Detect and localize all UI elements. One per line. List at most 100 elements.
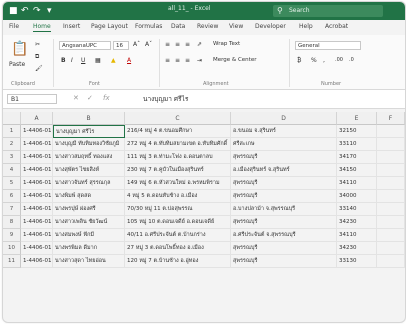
cell-f[interactable]: [377, 151, 405, 164]
row-header[interactable]: 11: [3, 255, 21, 268]
cell-a[interactable]: 1-4406-0111: [21, 151, 53, 164]
tab-help[interactable]: Help: [299, 23, 313, 30]
cell-e[interactable]: 34110: [337, 229, 377, 242]
cell-e[interactable]: 32150: [337, 125, 377, 138]
cell-f[interactable]: [377, 203, 405, 216]
italic-button[interactable]: I: [71, 57, 73, 64]
cell-b[interactable]: นางสาวสุดา ไทยอ่อน: [53, 255, 125, 268]
cell-d[interactable]: สุพรรณบุรี: [231, 190, 337, 203]
fill-color-icon[interactable]: ▲: [111, 57, 116, 64]
tab-acrobat[interactable]: Acrobat: [325, 23, 348, 30]
column-header-a[interactable]: A: [21, 112, 53, 125]
tab-review[interactable]: Review: [197, 23, 218, 30]
merge-center-button[interactable]: Merge & Center: [213, 57, 256, 63]
cell-e[interactable]: 34230: [337, 216, 377, 229]
row-header[interactable]: 2: [3, 138, 21, 151]
tab-data[interactable]: Data: [171, 23, 185, 30]
cell-f[interactable]: [377, 216, 405, 229]
cut-icon[interactable]: ✂: [35, 41, 40, 48]
cell-e[interactable]: 33140: [337, 203, 377, 216]
tab-insert[interactable]: Insert: [63, 23, 80, 30]
cell-d[interactable]: อ.ขนอม จ.สุรินทร์: [231, 125, 337, 138]
cell-d[interactable]: อ.เมืองสุรินทร์ จ.สุรินทร์: [231, 164, 337, 177]
cell-a[interactable]: 1-4406-0111: [21, 216, 53, 229]
cell-b[interactable]: นางพรพิมล ดีมาก: [53, 242, 125, 255]
paste-button[interactable]: Paste: [9, 61, 25, 68]
cell-a[interactable]: 1-4406-0111: [21, 177, 53, 190]
cell-e[interactable]: 34170: [337, 151, 377, 164]
cell-a[interactable]: 1-4406-0111: [21, 164, 53, 177]
bottom-align-icon[interactable]: ≡: [185, 41, 190, 48]
column-header-f[interactable]: F: [377, 112, 405, 125]
formula-input[interactable]: นางบุญมา ศรีไร: [143, 94, 188, 104]
cell-a[interactable]: 1-4406-0111: [21, 255, 53, 268]
number-format-select[interactable]: General: [295, 41, 361, 50]
top-align-icon[interactable]: ≡: [165, 41, 170, 48]
cell-f[interactable]: [377, 229, 405, 242]
row-header[interactable]: 10: [3, 242, 21, 255]
cell-d[interactable]: สุพรรณบุรี: [231, 242, 337, 255]
cell-c[interactable]: 111 หมู่ 3 ต.ท่ามะโฟง อ.ดอนตาลบ: [125, 151, 231, 164]
align-left-icon[interactable]: ≡: [165, 57, 170, 64]
customize-icon[interactable]: ▾: [47, 5, 52, 17]
search-box[interactable]: ⚲ Search: [273, 5, 383, 17]
cell-e[interactable]: 34230: [337, 242, 377, 255]
redo-icon[interactable]: ↷: [33, 5, 41, 17]
row-header[interactable]: 1: [3, 125, 21, 138]
cell-a[interactable]: 1-4406-0111: [21, 190, 53, 203]
column-header-b[interactable]: B: [53, 112, 125, 125]
cell-d[interactable]: สุพรรณบุรี: [231, 255, 337, 268]
row-header[interactable]: 4: [3, 164, 21, 177]
decrease-font-icon[interactable]: Aˇ: [145, 41, 152, 48]
cell-c[interactable]: 27 หมู่ 3 ต.ดอนโพธิ์ทอง อ.เมือง: [125, 242, 231, 255]
copy-icon[interactable]: ⧉: [35, 53, 39, 61]
middle-align-icon[interactable]: ≡: [175, 41, 180, 48]
accounting-icon[interactable]: ₿: [297, 57, 301, 64]
cell-b[interactable]: นางสุพัตร ไชยสิงห์: [53, 164, 125, 177]
enter-icon[interactable]: ✓: [87, 94, 93, 102]
wrap-text-button[interactable]: Wrap Text: [213, 41, 240, 47]
increase-decimal-icon[interactable]: .00: [335, 57, 343, 63]
cell-b[interactable]: นางบุญมี ทับทิมทองวิชัยภูมิ: [53, 138, 125, 151]
cell-f[interactable]: [377, 164, 405, 177]
cell-b[interactable]: นางสาวจันทร์ สุรรณกุล: [53, 177, 125, 190]
row-header[interactable]: 6: [3, 190, 21, 203]
align-right-icon[interactable]: ≡: [185, 57, 190, 64]
cell-e[interactable]: 34150: [337, 164, 377, 177]
format-painter-icon[interactable]: 🖌: [35, 65, 43, 72]
tab-view[interactable]: View: [229, 23, 243, 30]
cell-b[interactable]: นางพิมพ์ สุดสด: [53, 190, 125, 203]
tab-developer[interactable]: Developer: [255, 23, 286, 30]
cell-f[interactable]: [377, 190, 405, 203]
orientation-icon[interactable]: ⇗: [197, 41, 202, 48]
font-name-select[interactable]: AngsanaUPC: [59, 41, 111, 50]
select-all-corner[interactable]: [3, 112, 21, 125]
cell-c[interactable]: 40/11 อ.ศรีประจันต์ ต.บ้านกร่าง: [125, 229, 231, 242]
font-color-icon[interactable]: A: [127, 57, 131, 64]
comma-icon[interactable]: ‚: [323, 57, 325, 64]
cell-f[interactable]: [377, 242, 405, 255]
cell-c[interactable]: 70/30 หมู่ 11 ต.บ่อสุพรรณ: [125, 203, 231, 216]
row-header[interactable]: 8: [3, 216, 21, 229]
tab-formulas[interactable]: Formulas: [135, 23, 162, 30]
indent-icon[interactable]: ⇥: [197, 57, 202, 64]
save-icon[interactable]: ■: [9, 5, 18, 17]
row-header[interactable]: 9: [3, 229, 21, 242]
cell-d[interactable]: สุพรรณบุรี: [231, 177, 337, 190]
cell-d[interactable]: สุพรรณบุรี: [231, 216, 337, 229]
underline-button[interactable]: U: [81, 57, 85, 64]
cell-f[interactable]: [377, 125, 405, 138]
percent-icon[interactable]: %: [311, 57, 317, 64]
cell-a[interactable]: 1-4406-0111: [21, 242, 53, 255]
paste-icon[interactable]: 📋: [11, 41, 28, 57]
column-header-d[interactable]: D: [231, 112, 337, 125]
cell-c[interactable]: 230 หมู่ 7 ต.คูบัวในเมืองสุรินทร์: [125, 164, 231, 177]
cell-f[interactable]: [377, 177, 405, 190]
insert-function-button[interactable]: fx: [103, 94, 110, 102]
tab-file[interactable]: File: [9, 23, 19, 30]
decrease-decimal-icon[interactable]: .0: [349, 57, 354, 63]
cell-c[interactable]: 272 หมู่ 4 ต.ทับทิมสยามเขต อ.ทับทิมศักดิ…: [125, 138, 231, 151]
cell-e[interactable]: 33110: [337, 138, 377, 151]
row-header[interactable]: 3: [3, 151, 21, 164]
font-size-select[interactable]: 16: [113, 41, 129, 50]
